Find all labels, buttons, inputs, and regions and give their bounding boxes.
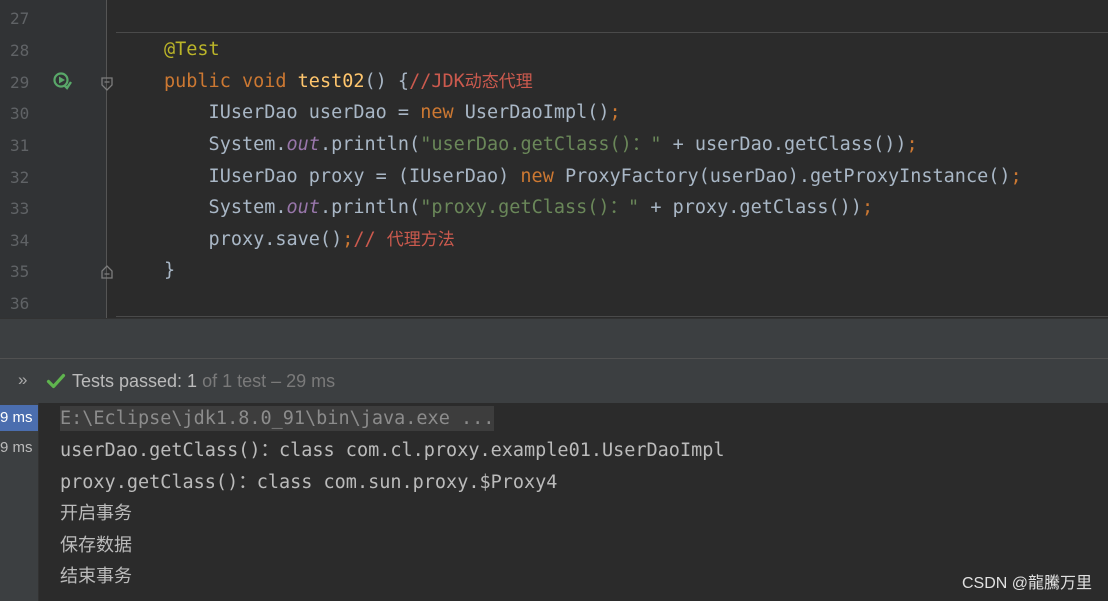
- code-token: ;: [861, 197, 874, 218]
- line-number: 36: [10, 294, 30, 313]
- code-token: proxy.save(): [164, 229, 343, 250]
- line-number: 27: [10, 9, 30, 28]
- code-line[interactable]: proxy.save();// 代理方法: [164, 228, 455, 252]
- run-test-gutter-icon[interactable]: [53, 71, 73, 91]
- code-token: new: [420, 102, 465, 123]
- code-line[interactable]: System.out.println("userDao.getClass()："…: [164, 133, 918, 157]
- code-line[interactable]: IUserDao userDao = new UserDaoImpl();: [164, 101, 621, 125]
- watermark: CSDN @龍騰万里: [961, 575, 1092, 592]
- code-token: .println(: [319, 197, 421, 218]
- code-editor[interactable]: 27 28 29 30 31 32 33 34 35 36 @Test public void te…: [0, 0, 1108, 318]
- code-token: "userDao.getClass()：": [420, 134, 662, 155]
- code-token: }: [164, 260, 176, 281]
- tests-passed-status: Tests passed: 1 of 1 test – 29 ms: [72, 371, 335, 392]
- method-separator-bottom: [116, 316, 1108, 317]
- code-token: 动态代理: [464, 72, 533, 92]
- code-token: System.: [164, 197, 287, 218]
- code-token: new: [520, 166, 565, 187]
- console-line: userDao.getClass()：class com.cl.proxy.ex…: [60, 440, 725, 461]
- code-token: + proxy.getClass()): [639, 197, 862, 218]
- method-separator-top: [116, 32, 1108, 33]
- panel-divider[interactable]: [0, 318, 1108, 359]
- code-token: ;: [609, 102, 621, 123]
- code-token: //JDK: [409, 71, 465, 92]
- code-token: "proxy.getClass()：": [420, 197, 640, 218]
- check-icon: [46, 371, 66, 391]
- code-token: .println(: [319, 134, 421, 155]
- console-line: 开启事务: [60, 503, 132, 524]
- console-line: proxy.getClass()：class com.sun.proxy.$Pr…: [60, 472, 558, 493]
- code-token: ProxyFactory(userDao).getProxyInstance(): [564, 166, 1011, 187]
- code-line[interactable]: public void test02() {//JDK动态代理: [164, 70, 533, 94]
- line-number: 31: [10, 136, 30, 155]
- console-output[interactable]: E:\Eclipse\jdk1.8.0_91\bin\java.exe ... …: [39, 403, 1108, 601]
- line-number: 32: [10, 168, 30, 187]
- code-line[interactable]: }: [164, 259, 175, 283]
- expand-icon[interactable]: »: [18, 370, 27, 390]
- line-number: 30: [10, 104, 30, 123]
- code-token: out: [286, 134, 320, 155]
- line-number: 34: [10, 231, 30, 250]
- test-results-header: » Tests passed: 1 of 1 test – 29 ms: [0, 358, 1108, 404]
- code-token: test02: [297, 71, 365, 92]
- code-token: void: [241, 71, 298, 92]
- code-token: + userDao.getClass()): [661, 134, 907, 155]
- code-line[interactable]: IUserDao proxy = (IUserDao) new ProxyFac…: [164, 165, 1022, 189]
- tests-passed-detail: of 1 test – 29 ms: [197, 371, 336, 391]
- java-command[interactable]: E:\Eclipse\jdk1.8.0_91\bin\java.exe ...: [60, 406, 495, 431]
- code-line[interactable]: System.out.println("proxy.getClass()：" +…: [164, 196, 874, 220]
- code-token: ;: [1010, 166, 1022, 187]
- code-line[interactable]: @Test: [164, 38, 220, 62]
- code-token: ;: [906, 134, 918, 155]
- code-token: IUserDao proxy = (IUserDao): [164, 166, 521, 187]
- test-tree-panel: 9 ms 9 ms: [0, 403, 39, 601]
- console-command-line: E:\Eclipse\jdk1.8.0_91\bin\java.exe ...: [60, 406, 495, 431]
- console-line: 保存数据: [60, 535, 132, 556]
- code-token: @Test: [164, 39, 220, 60]
- line-number: 28: [10, 41, 30, 60]
- fold-end-icon[interactable]: [100, 264, 114, 279]
- code-token: System.: [164, 134, 287, 155]
- code-token: () {: [364, 71, 410, 92]
- test-time-root[interactable]: 9 ms: [0, 405, 38, 431]
- code-token: public: [164, 71, 242, 92]
- console-line: 结束事务: [60, 566, 132, 587]
- line-number: 29: [10, 73, 30, 92]
- code-token: 代理方法: [386, 230, 455, 250]
- code-token: ;: [342, 229, 354, 250]
- fold-collapse-icon[interactable]: [100, 76, 114, 91]
- tests-passed-label: Tests passed: 1: [72, 371, 198, 391]
- code-token: out: [286, 197, 320, 218]
- code-token: //: [353, 229, 387, 250]
- code-token: IUserDao userDao =: [164, 102, 421, 123]
- line-number: 33: [10, 199, 30, 218]
- line-number: 35: [10, 262, 30, 281]
- test-time-item[interactable]: 9 ms: [0, 435, 38, 461]
- code-token: UserDaoImpl(): [464, 102, 610, 123]
